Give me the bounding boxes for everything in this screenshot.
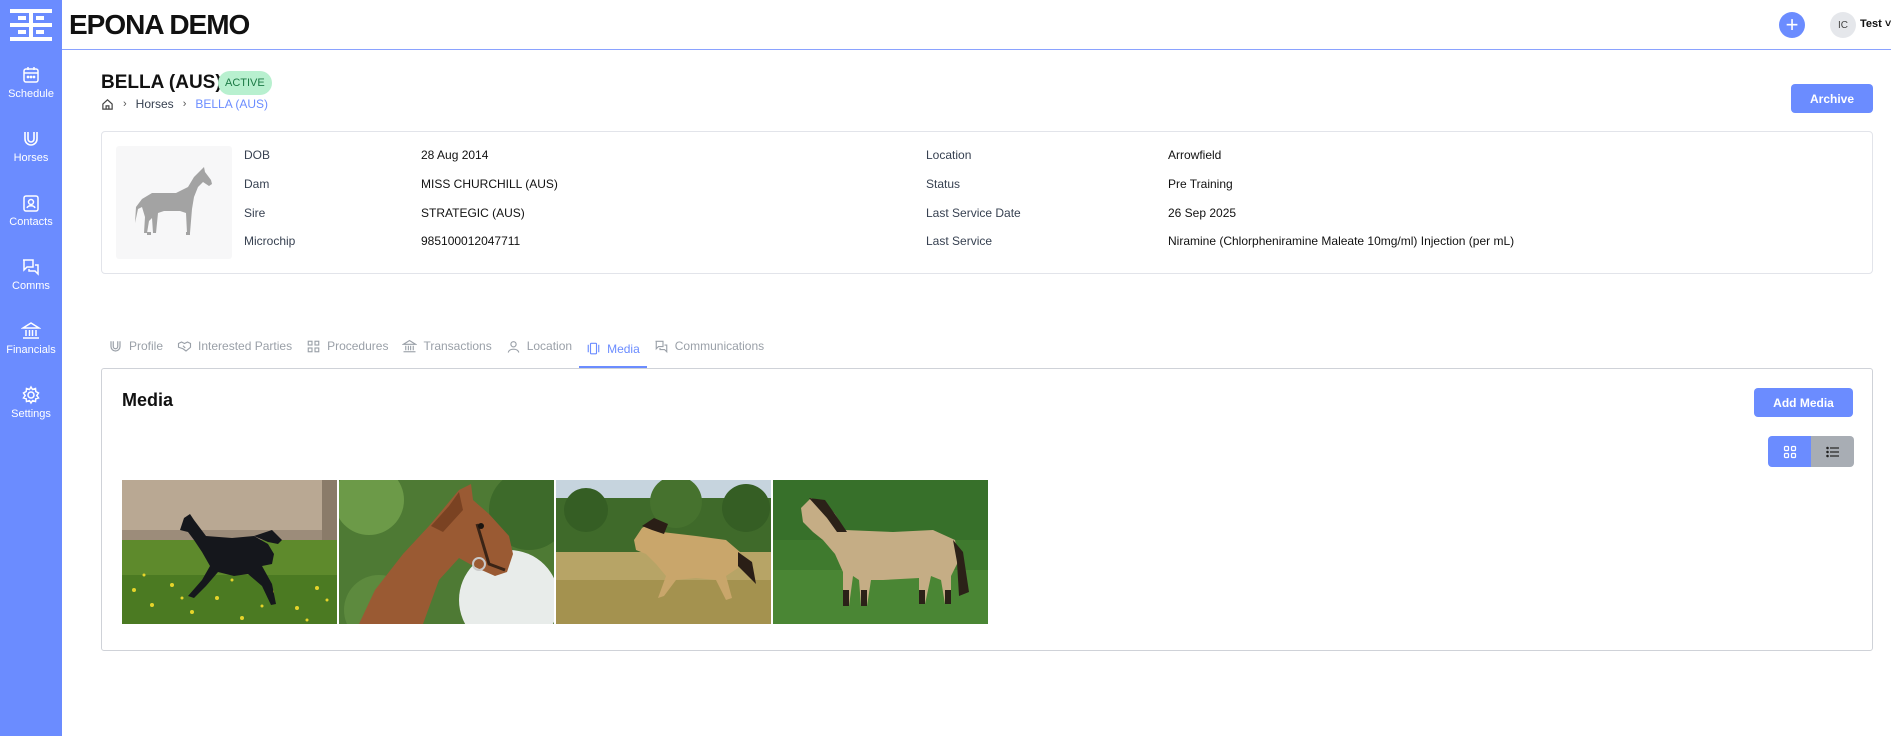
dam-label: Dam xyxy=(244,177,270,191)
tab-media[interactable]: Media xyxy=(579,331,647,368)
add-media-button[interactable]: Add Media xyxy=(1754,388,1853,417)
user-menu[interactable]: Test ˅ xyxy=(1860,18,1891,30)
media-gallery xyxy=(122,480,988,624)
dob-label: DOB xyxy=(244,148,271,162)
tab-label: Procedures xyxy=(327,339,389,353)
sire-label: Sire xyxy=(244,206,266,220)
microchip-label: Microchip xyxy=(244,234,296,248)
bank-icon xyxy=(402,339,418,352)
media-panel: Media Add Media xyxy=(101,368,1873,651)
last-service-date-value: 26 Sep 2025 xyxy=(1168,206,1237,220)
media-icon xyxy=(587,342,600,355)
media-photo-black-foal xyxy=(122,480,337,624)
horse-silhouette-icon xyxy=(135,166,212,235)
tab-label: Profile xyxy=(129,339,164,353)
view-toggle xyxy=(1768,436,1854,467)
breadcrumb-current: BELLA (AUS) xyxy=(195,97,269,111)
person-pin-icon xyxy=(507,340,520,353)
horseshoe-icon xyxy=(24,132,38,146)
tab-transactions[interactable]: Transactions xyxy=(395,331,498,361)
tab-label: Media xyxy=(607,341,640,356)
dob-value: 28 Aug 2014 xyxy=(421,148,489,162)
status-value: Pre Training xyxy=(1168,177,1233,191)
sidebar-item-label: Contacts xyxy=(9,216,53,228)
quick-add-button[interactable]: + xyxy=(1779,12,1805,38)
status-badge: ACTIVE xyxy=(218,71,272,95)
sidebar-item-schedule[interactable]: Schedule xyxy=(0,65,62,115)
sidebar-item-label: Settings xyxy=(11,408,51,420)
tab-interested-parties[interactable]: Interested Parties xyxy=(170,331,299,361)
home-icon[interactable] xyxy=(101,98,114,111)
sidebar-item-label: Financials xyxy=(6,344,56,356)
sidebar: Schedule Horses Contacts Comms Financial… xyxy=(0,0,62,736)
location-value: Arrowfield xyxy=(1168,148,1222,162)
epona-logo-icon[interactable] xyxy=(10,7,52,43)
sire-value: STRATEGIC (AUS) xyxy=(421,206,525,220)
chevron-right-icon: › xyxy=(182,98,187,110)
tab-procedures[interactable]: Procedures xyxy=(299,331,395,361)
horse-details-card: DOB 28 Aug 2014 Dam MISS CHURCHILL (AUS)… xyxy=(101,131,1873,274)
tab-label: Interested Parties xyxy=(198,339,293,353)
sidebar-item-horses[interactable]: Horses xyxy=(0,129,62,179)
sidebar-item-label: Schedule xyxy=(8,88,54,100)
media-photo-dun-running xyxy=(556,480,771,624)
grid-view-button[interactable] xyxy=(1768,436,1811,467)
tab-profile[interactable]: Profile xyxy=(101,331,170,361)
breadcrumb: › Horses › BELLA (AUS) xyxy=(101,97,268,111)
sidebar-item-label: Horses xyxy=(13,152,49,164)
list-view-button[interactable] xyxy=(1811,436,1854,467)
media-thumbnail[interactable] xyxy=(773,480,988,624)
chevron-down-icon: ˅ xyxy=(1884,18,1891,30)
list-view-icon xyxy=(1825,446,1839,457)
handshake-icon xyxy=(177,340,192,352)
sidebar-item-settings[interactable]: Settings xyxy=(0,385,62,435)
media-thumbnail[interactable] xyxy=(556,480,771,624)
avatar[interactable]: IC xyxy=(1830,12,1856,38)
microchip-value: 985100012047711 xyxy=(421,234,521,248)
media-thumbnail[interactable] xyxy=(339,480,554,624)
page-title: BELLA (AUS) xyxy=(101,72,222,93)
sidebar-item-contacts[interactable]: Contacts xyxy=(0,193,62,243)
location-label: Location xyxy=(926,148,972,162)
tab-label: Location xyxy=(526,339,573,353)
media-photo-chestnut-head xyxy=(339,480,554,624)
last-service-date-label: Last Service Date xyxy=(926,206,1021,220)
sidebar-item-label: Comms xyxy=(12,280,50,292)
bank-icon xyxy=(21,322,41,339)
horseshoe-icon xyxy=(110,340,121,352)
media-section-title: Media xyxy=(122,390,174,410)
sidebar-item-financials[interactable]: Financials xyxy=(0,321,62,371)
tab-label: Communications xyxy=(674,339,765,353)
plus-icon: + xyxy=(1785,12,1799,37)
breadcrumb-horses[interactable]: Horses xyxy=(136,97,174,111)
user-name: Test xyxy=(1860,18,1882,30)
chat-icon xyxy=(23,259,39,276)
tab-label: Transactions xyxy=(423,339,492,353)
last-service-value: Niramine (Chlorpheniramine Maleate 10mg/… xyxy=(1168,234,1515,248)
last-service-label: Last Service xyxy=(926,234,993,248)
chat-icon xyxy=(655,340,668,353)
tab-location[interactable]: Location xyxy=(499,331,579,361)
dam-value: MISS CHURCHILL (AUS) xyxy=(421,177,558,191)
tab-communications[interactable]: Communications xyxy=(647,331,771,361)
media-thumbnail[interactable] xyxy=(122,480,337,624)
grid-icon xyxy=(307,340,320,352)
app-title: EPONA DEMO xyxy=(69,9,250,40)
grid-view-icon xyxy=(1783,445,1796,458)
calendar-icon xyxy=(23,67,39,83)
media-photo-buckskin-standing xyxy=(773,480,988,624)
top-header: EPONA DEMO + IC Test ˅ xyxy=(62,0,1891,50)
contact-card-icon xyxy=(23,195,39,212)
status-label: Status xyxy=(926,177,961,191)
horse-placeholder-image[interactable] xyxy=(116,146,232,259)
archive-button[interactable]: Archive xyxy=(1791,84,1873,113)
tab-bar: Profile Interested Parties Procedures Tr… xyxy=(101,331,771,369)
sidebar-item-comms[interactable]: Comms xyxy=(0,257,62,307)
chevron-right-icon: › xyxy=(123,98,127,110)
gear-icon xyxy=(22,385,40,405)
